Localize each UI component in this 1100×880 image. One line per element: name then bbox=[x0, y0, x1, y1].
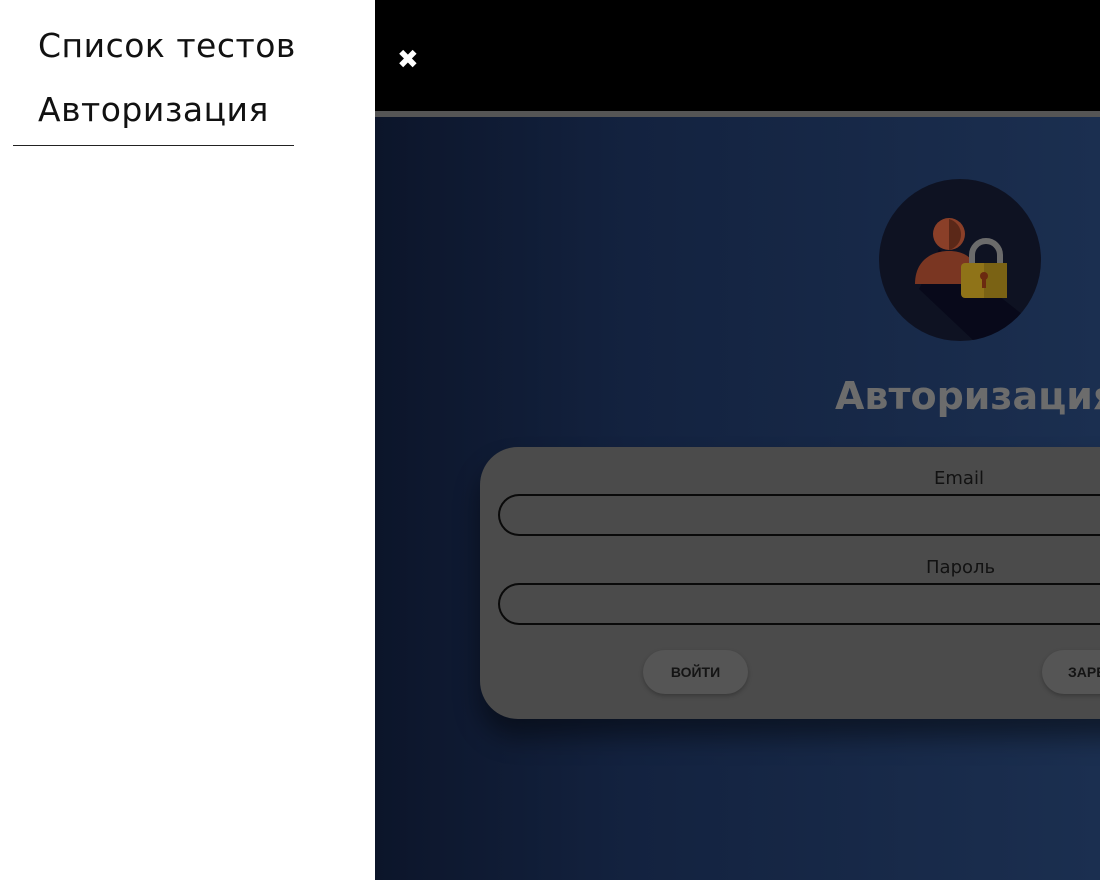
active-item-underline bbox=[13, 145, 294, 146]
sidebar-item-auth[interactable]: Авторизация bbox=[38, 90, 269, 129]
email-input[interactable] bbox=[498, 494, 1100, 536]
user-lock-icon bbox=[879, 179, 1041, 341]
sidebar-item-tests[interactable]: Список тестов bbox=[38, 26, 296, 65]
top-bar: ✖ bbox=[375, 0, 1100, 111]
password-input[interactable] bbox=[498, 583, 1100, 625]
password-label: Пароль bbox=[926, 557, 996, 578]
close-icon[interactable]: ✖ bbox=[397, 46, 421, 74]
auth-title: Авторизация bbox=[835, 374, 1100, 418]
email-label: Email bbox=[934, 468, 984, 489]
user-lock-icon-graphic bbox=[915, 218, 1041, 341]
register-button[interactable]: ЗАРЕГИСТРИРОВАТЬСЯ bbox=[1042, 650, 1100, 694]
sidebar-menu: Список тестов Авторизация bbox=[0, 0, 375, 880]
login-button[interactable]: ВОЙТИ bbox=[643, 650, 748, 694]
login-form: Email Пароль ВОЙТИ ЗАРЕГИСТРИРОВАТЬСЯ bbox=[480, 447, 1100, 719]
top-bar-divider bbox=[375, 111, 1100, 117]
main-panel: ✖ Авторизация Email Пароль ВОЙТИ ЗАРЕГИС… bbox=[375, 0, 1100, 880]
